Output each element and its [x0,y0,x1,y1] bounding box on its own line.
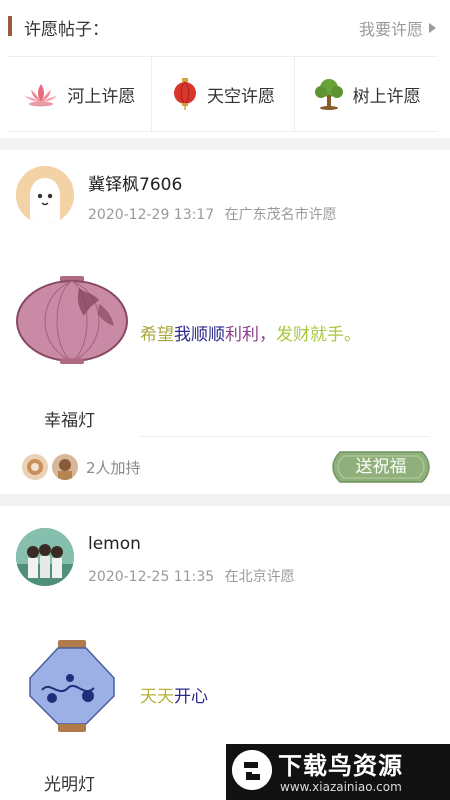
header-accent-bar [8,16,12,36]
bright-lantern-image [29,640,115,732]
send-blessing-label: 送祝福 [355,457,407,477]
make-wish-link[interactable]: 我要许愿 [359,16,436,40]
sky-lantern-icon [174,78,196,110]
category-sky-wish[interactable]: 天空许愿 [152,57,296,131]
wish-posts-header: 许愿帖子： 我要许愿 [0,0,450,56]
username: 冀铎枫7606 [88,175,183,195]
wish-post: 冀铎枫7606 2020-12-29 13:17 在广东茂名市许愿 希望我顺顺利… [0,150,450,490]
post-meta: 2020-12-29 13:17 在广东茂名市许愿 [88,204,337,224]
lamp-name: 幸福灯 [44,411,95,431]
category-label: 天空许愿 [207,86,275,107]
watermark-url: www.xiazainiao.com [280,780,402,794]
wish-text-part: 希望 [140,325,174,345]
watermark-title: 下载鸟资源 [278,752,403,780]
post-location: 在北京许愿 [224,569,295,585]
section-divider [0,138,450,150]
wish-message: 希望我顺顺利利，发财就手。 [140,320,361,345]
username: lemon [88,534,141,554]
post-datetime: 2020-12-25 11:35 [88,569,215,585]
wish-text-part: 发财就手。 [276,325,361,345]
section-divider [0,494,450,506]
wish-text-part: 天天 [140,687,174,707]
supporter-avatar [22,454,48,480]
watermark-banner: 下载鸟资源 www.xiazainiao.com [226,744,450,800]
post-location: 在广东茂名市许愿 [224,207,337,223]
wish-text-part: 开心 [174,687,208,707]
wish-text-part: 我顺顺 [174,325,225,345]
page-title: 许愿帖子： [24,20,109,40]
category-label: 树上许愿 [352,86,421,107]
make-wish-label: 我要许愿 [358,20,423,39]
send-blessing-button[interactable]: 送祝福 [332,450,430,484]
happiness-lantern-image [16,276,128,364]
wish-category-bar: 河上许愿 天空许愿 树上许愿 [8,56,438,132]
supporter-avatar [52,454,78,480]
tree-icon [314,79,343,110]
lamp-name: 光明灯 [44,775,95,795]
post-datetime: 2020-12-29 13:17 [88,207,215,223]
lotus-icon [25,84,58,107]
category-river-wish[interactable]: 河上许愿 [8,57,152,131]
wish-text-part: 利利， [225,325,276,345]
support-count: 2人加持 [86,458,141,477]
post-meta: 2020-12-25 11:35 在北京许愿 [88,566,295,586]
avatar[interactable] [16,166,74,224]
avatar[interactable] [16,528,74,586]
category-label: 河上许愿 [67,86,136,107]
supporters-row[interactable]: 2人加持 [22,454,141,480]
chevron-right-icon [429,23,436,33]
category-tree-wish[interactable]: 树上许愿 [295,57,438,131]
wish-message: 天天开心 [140,682,208,707]
bird-logo-icon [232,750,272,790]
separator-line [140,436,430,437]
